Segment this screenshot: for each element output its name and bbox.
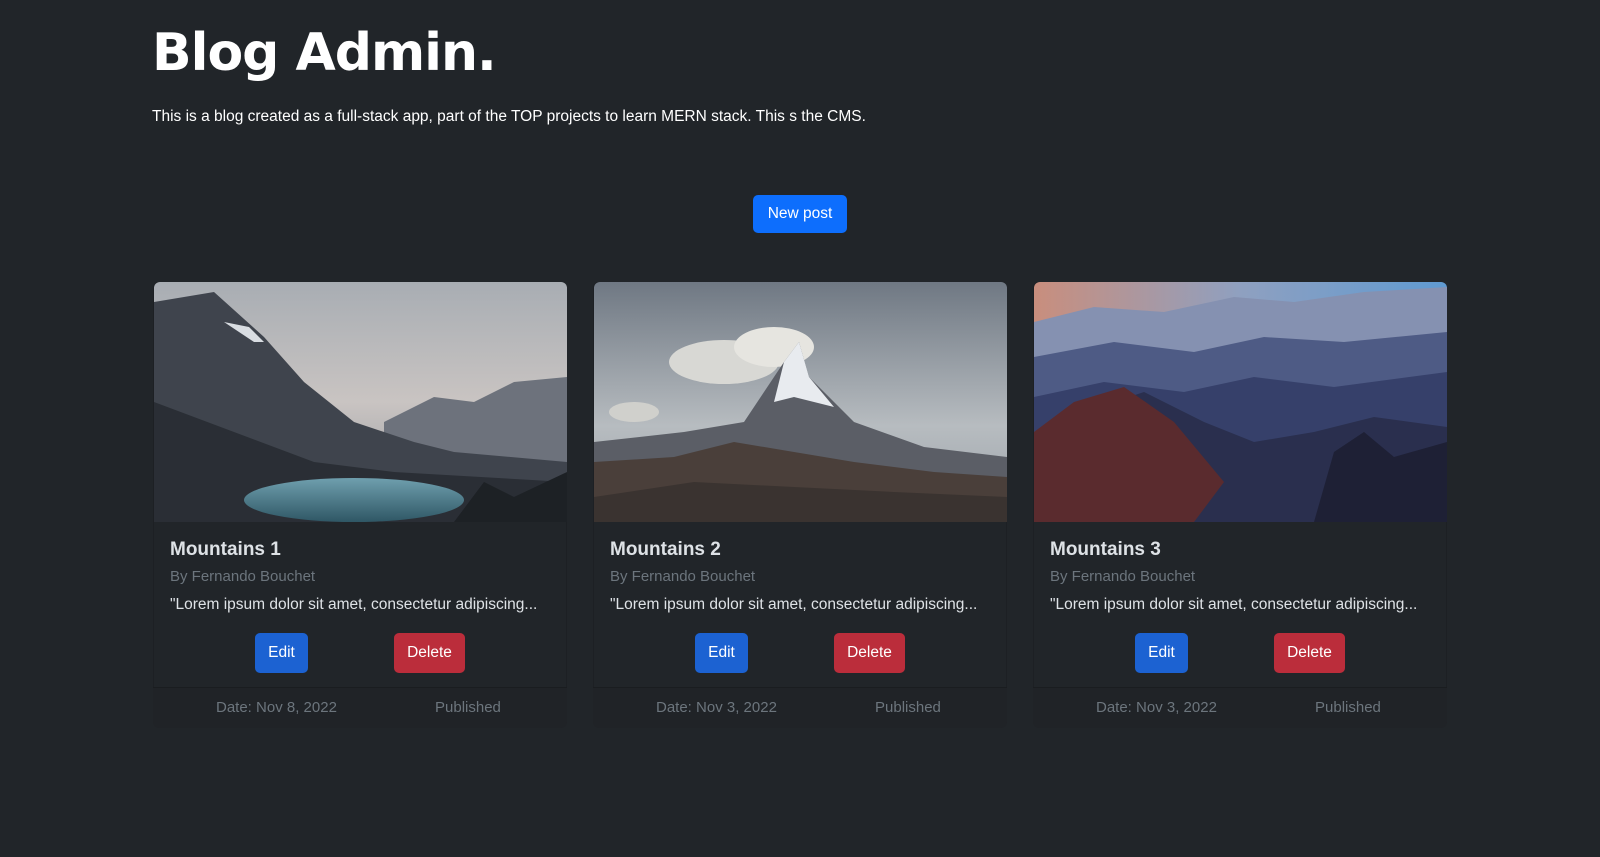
post-date: Date: Nov 3, 2022	[656, 699, 777, 716]
post-excerpt: "Lorem ipsum dolor sit amet, consectetur…	[1050, 596, 1418, 613]
post-excerpt: "Lorem ipsum dolor sit amet, consectetur…	[170, 596, 538, 613]
post-date: Date: Nov 8, 2022	[216, 699, 337, 716]
post-status: Published	[435, 699, 501, 716]
edit-button[interactable]: Edit	[695, 633, 748, 673]
page-title: Blog Admin.	[152, 23, 497, 83]
post-title: Mountains 2	[610, 539, 721, 560]
post-image	[1034, 282, 1447, 522]
page-description: This is a blog created as a full-stack a…	[152, 108, 866, 125]
post-status: Published	[875, 699, 941, 716]
post-card: Mountains 2 By Fernando Bouchet "Lorem i…	[593, 282, 1007, 728]
edit-button[interactable]: Edit	[255, 633, 308, 673]
new-post-button[interactable]: New post	[753, 195, 847, 233]
delete-button[interactable]: Delete	[834, 633, 905, 673]
post-status: Published	[1315, 699, 1381, 716]
page: Blog Admin. This is a blog created as a …	[0, 0, 1600, 857]
post-image	[154, 282, 567, 522]
post-footer: Date: Nov 3, 2022 Published	[1033, 687, 1447, 728]
delete-button[interactable]: Delete	[394, 633, 465, 673]
post-author: By Fernando Bouchet	[170, 568, 316, 585]
post-author: By Fernando Bouchet	[1050, 568, 1196, 585]
post-footer: Date: Nov 8, 2022 Published	[153, 687, 567, 728]
edit-button[interactable]: Edit	[1135, 633, 1188, 673]
post-excerpt: "Lorem ipsum dolor sit amet, consectetur…	[610, 596, 978, 613]
post-author: By Fernando Bouchet	[610, 568, 756, 585]
post-title: Mountains 1	[170, 539, 281, 560]
delete-button[interactable]: Delete	[1274, 633, 1345, 673]
post-card: Mountains 3 By Fernando Bouchet "Lorem i…	[1033, 282, 1447, 728]
post-card: Mountains 1 By Fernando Bouchet "Lorem i…	[153, 282, 567, 728]
post-title: Mountains 3	[1050, 539, 1161, 560]
post-date: Date: Nov 3, 2022	[1096, 699, 1217, 716]
post-image	[594, 282, 1007, 522]
post-footer: Date: Nov 3, 2022 Published	[593, 687, 1007, 728]
